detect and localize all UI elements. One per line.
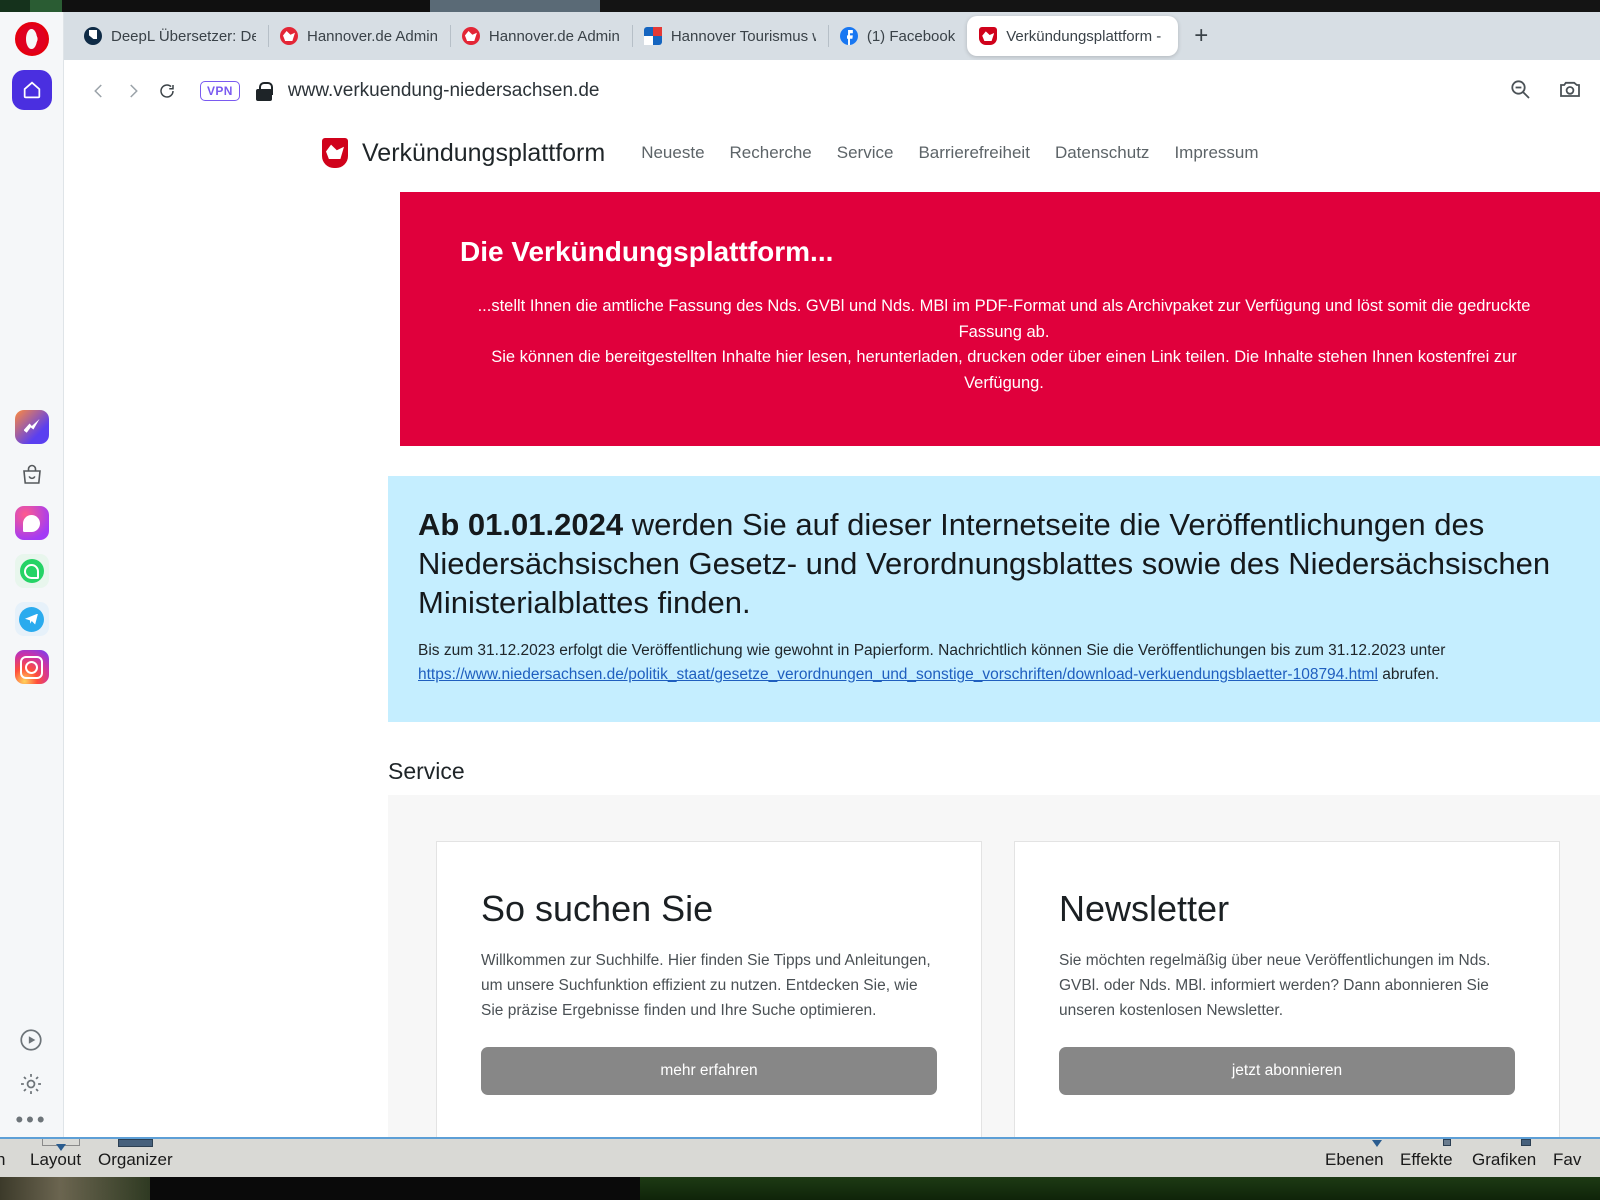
aria-ai-icon[interactable] xyxy=(14,410,49,444)
opera-logo-icon[interactable] xyxy=(14,22,49,56)
desktop-thumbnail xyxy=(0,1177,150,1200)
toolbar-right-icons xyxy=(1508,77,1582,106)
browser-tab[interactable]: (1) Facebook xyxy=(827,18,967,54)
tab-title: DeepL Übersetzer: Der prä xyxy=(111,27,256,45)
browser-tab-active[interactable]: Verkündungsplattform - N xyxy=(967,16,1179,56)
site-header: Verkündungsplattform Neueste Recherche S… xyxy=(64,122,1600,182)
sidebar-messenger-icons xyxy=(14,410,49,684)
hero-banner: Die Verkündungsplattform... ...stellt Ih… xyxy=(400,192,1600,447)
card-title: Newsletter xyxy=(1059,888,1230,930)
info-box-body: Bis zum 31.12.2023 erfolgt die Veröffent… xyxy=(418,639,1578,689)
nav-item-datenschutz[interactable]: Datenschutz xyxy=(1055,143,1150,163)
hero-line-2: Sie können die bereitgestellten Inhalte … xyxy=(491,348,1517,392)
toolbar-item-layout[interactable]: Layout xyxy=(30,1150,81,1170)
page-title: Verkündungsplattform xyxy=(362,138,606,167)
home-icon[interactable] xyxy=(11,70,52,110)
service-section-label: Service xyxy=(388,758,465,785)
whatsapp-icon[interactable] xyxy=(14,554,49,588)
niedersachsen-download-link[interactable]: https://www.niedersachsen.de/politik_sta… xyxy=(418,666,1378,683)
player-icon[interactable] xyxy=(18,1027,44,1053)
page-viewport: Verkündungsplattform Neueste Recherche S… xyxy=(64,122,1600,1137)
nav-item-neueste[interactable]: Neueste xyxy=(641,143,704,163)
back-arrow-icon[interactable] xyxy=(82,74,116,108)
toolbar-item-fav[interactable]: Fav xyxy=(1553,1150,1581,1170)
browser-tab[interactable]: DeepL Übersetzer: Der prä xyxy=(72,18,268,54)
desktop-top-strip xyxy=(0,0,1600,12)
desktop-wallpaper xyxy=(640,1177,1600,1200)
facebook-icon xyxy=(839,27,858,45)
shopping-bag-icon[interactable] xyxy=(15,458,49,492)
browser-tab[interactable]: Hannover Tourismus welc xyxy=(631,18,828,54)
address-bar: VPN www.verkuendung-niedersachsen.de xyxy=(64,60,1600,122)
toolbar-chip xyxy=(1443,1139,1451,1146)
browser-sidebar: ••• xyxy=(0,12,64,1137)
vpn-badge[interactable]: VPN xyxy=(200,81,240,101)
background-app-toolbar: n Layout Organizer Ebenen Effekte Grafik… xyxy=(0,1137,1600,1177)
service-section: Service So suchen Sie Willkommen zur Suc… xyxy=(388,758,1600,1137)
card-text: Sie möchten regelmäßig über neue Veröffe… xyxy=(1059,952,1491,1020)
reload-icon[interactable] xyxy=(150,74,184,108)
toolbar-item-ebenen[interactable]: Ebenen xyxy=(1325,1150,1384,1170)
forward-arrow-icon[interactable] xyxy=(116,74,150,108)
toolbar-item-effekte[interactable]: Effekte xyxy=(1400,1150,1453,1170)
tab-title: Verkündungsplattform - N xyxy=(1006,27,1167,45)
tab-title: Hannover.de Admin xyxy=(488,27,620,45)
niedersachsen-coat-of-arms-icon xyxy=(322,138,348,168)
info-box-body-after: abrufen. xyxy=(1377,666,1440,684)
instagram-icon[interactable] xyxy=(14,650,49,684)
card-title: So suchen Sie xyxy=(481,888,714,930)
service-card-suche: So suchen Sie Willkommen zur Suchhilfe. … xyxy=(436,841,982,1137)
info-box-heading-bold: Ab 01.01.2024 xyxy=(418,507,624,543)
hannover-icon xyxy=(461,27,480,45)
nav-item-barrierefreiheit[interactable]: Barrierefreiheit xyxy=(918,143,1030,163)
hero-heading: Die Verkündungsplattform... xyxy=(460,236,834,267)
browser-tab[interactable]: Hannover.de Admin xyxy=(449,18,632,54)
toolbar-chip xyxy=(118,1139,153,1147)
webpage: Verkündungsplattform Neueste Recherche S… xyxy=(64,122,1600,1137)
info-box-body-before: Bis zum 31.12.2023 erfolgt die Veröffent… xyxy=(418,641,1446,659)
more-options-icon[interactable]: ••• xyxy=(15,1109,47,1131)
messenger-icon[interactable] xyxy=(14,506,49,540)
mehr-erfahren-button[interactable]: mehr erfahren xyxy=(481,1047,937,1096)
card-text: Willkommen zur Suchhilfe. Hier finden Si… xyxy=(481,952,931,1020)
service-card-newsletter: Newsletter Sie möchten regelmäßig über n… xyxy=(1014,841,1560,1137)
jetzt-abonnieren-button[interactable]: jetzt abonnieren xyxy=(1059,1047,1515,1096)
browser-tab[interactable]: Hannover.de Admin xyxy=(268,18,450,54)
toolbar-item-organizer[interactable]: Organizer xyxy=(98,1150,173,1170)
new-tab-button[interactable]: + xyxy=(1194,24,1208,48)
opera-browser-window: ••• DeepL Übersetzer: Der prä Hannover.d… xyxy=(0,12,1600,1137)
zoom-out-icon[interactable] xyxy=(1508,77,1532,106)
nav-item-recherche[interactable]: Recherche xyxy=(730,143,812,163)
info-box: Ab 01.01.2024 werden Sie auf dieser Inte… xyxy=(388,476,1600,723)
tab-title: Hannover.de Admin xyxy=(307,27,438,45)
tourism-icon xyxy=(643,27,662,45)
settings-gear-icon[interactable] xyxy=(18,1071,44,1097)
camera-snapshot-icon[interactable] xyxy=(1558,77,1582,106)
lock-icon[interactable] xyxy=(255,81,273,101)
tab-strip: DeepL Übersetzer: Der prä Hannover.de Ad… xyxy=(64,12,1600,60)
nav-item-service[interactable]: Service xyxy=(837,143,894,163)
main-navigation: Neueste Recherche Service Barrierefreihe… xyxy=(641,143,1258,163)
dropdown-caret-icon[interactable] xyxy=(1372,1140,1382,1147)
telegram-icon[interactable] xyxy=(14,602,49,636)
hannover-icon xyxy=(280,27,298,45)
tab-title: (1) Facebook xyxy=(866,27,956,45)
info-box-heading: Ab 01.01.2024 werden Sie auf dieser Inte… xyxy=(418,506,1578,622)
hero-line-1: ...stellt Ihnen die amtliche Fassung des… xyxy=(477,297,1531,341)
toolbar-item-grafiken[interactable]: Grafiken xyxy=(1472,1150,1536,1170)
toolbar-item-n[interactable]: n xyxy=(0,1150,5,1170)
nav-item-impressum[interactable]: Impressum xyxy=(1174,143,1258,163)
toolbar-chip xyxy=(1521,1139,1531,1146)
desktop-bottom-strip xyxy=(0,1177,1600,1200)
url-text[interactable]: www.verkuendung-niedersachsen.de xyxy=(288,80,600,102)
tab-title: Hannover Tourismus welc xyxy=(670,27,816,45)
verkuendung-icon xyxy=(979,27,998,45)
deepl-icon xyxy=(84,27,102,45)
sidebar-bottom-icons: ••• xyxy=(15,1027,47,1131)
screen: ••• DeepL Übersetzer: Der prä Hannover.d… xyxy=(0,0,1600,1200)
service-panel: So suchen Sie Willkommen zur Suchhilfe. … xyxy=(388,795,1600,1137)
